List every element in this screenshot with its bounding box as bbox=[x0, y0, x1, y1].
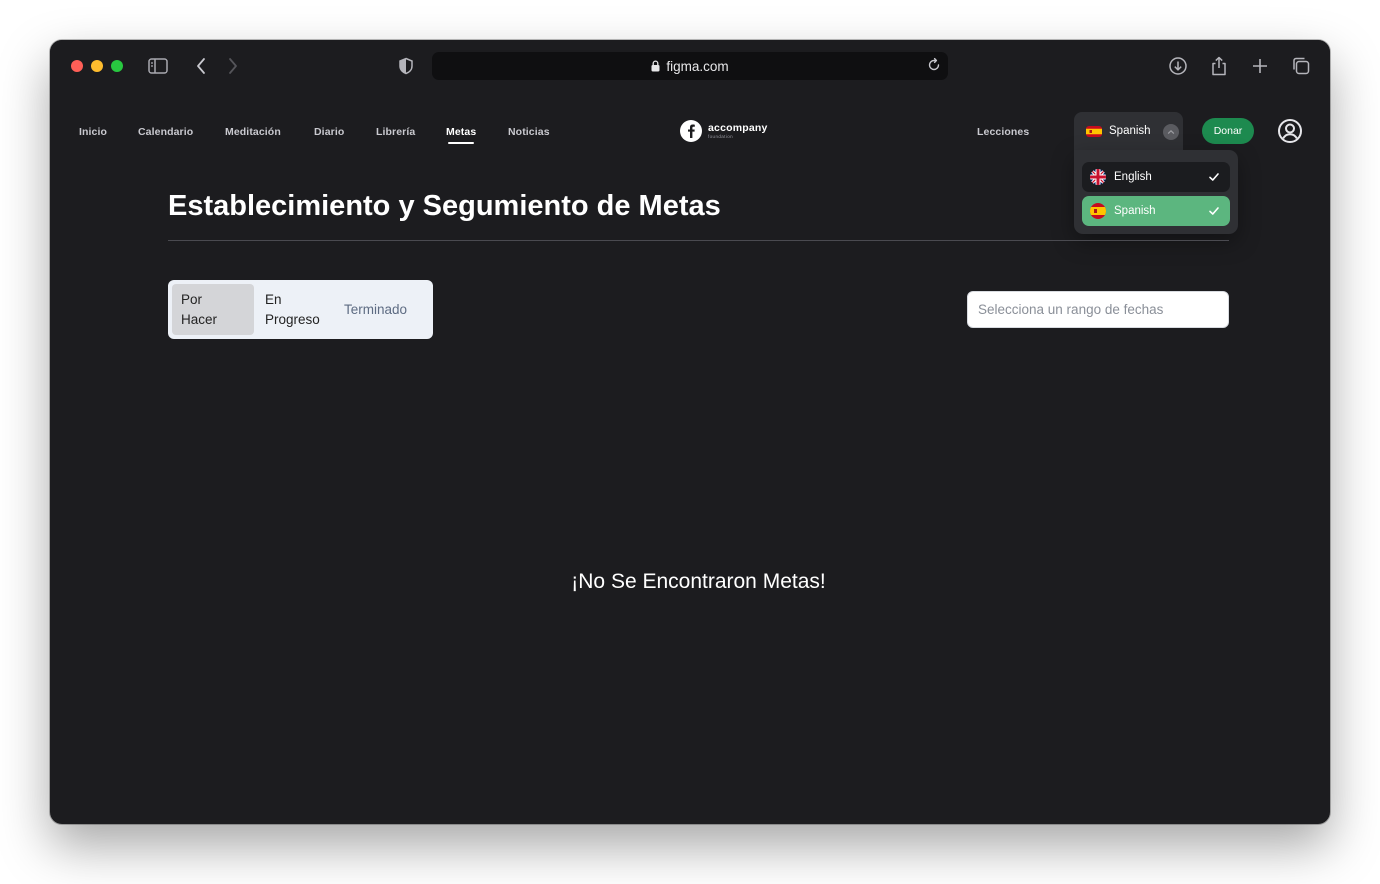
tab-label: Terminado bbox=[344, 301, 408, 317]
logo-subtitle: foundation bbox=[708, 133, 734, 139]
sidebar-icon[interactable] bbox=[146, 54, 170, 78]
date-range-input[interactable] bbox=[967, 291, 1229, 328]
language-dropdown: English Spanish bbox=[1074, 150, 1238, 234]
minimize-window-button[interactable] bbox=[91, 60, 103, 72]
language-selector[interactable]: Spanish bbox=[1074, 112, 1183, 150]
spain-flag-icon bbox=[1086, 125, 1102, 137]
address-url: figma.com bbox=[666, 58, 729, 74]
chevron-up-icon[interactable] bbox=[1163, 124, 1179, 140]
back-icon[interactable] bbox=[189, 54, 213, 78]
tabs-overview-icon[interactable] bbox=[1289, 54, 1313, 78]
check-icon bbox=[1208, 205, 1220, 220]
tab-en-progreso[interactable]: En Progreso bbox=[261, 284, 335, 335]
nav-item-meditacion[interactable]: Meditación bbox=[225, 126, 281, 138]
tab-por-hacer[interactable]: Por Hacer bbox=[172, 284, 254, 335]
language-option-english[interactable]: English bbox=[1082, 162, 1230, 192]
browser-window: figma.com Inicio Calendario Meditación D… bbox=[50, 40, 1330, 824]
user-circle-icon[interactable] bbox=[1277, 118, 1303, 144]
donate-button[interactable]: Donar bbox=[1202, 118, 1254, 144]
logo-wordmark: accompany bbox=[708, 122, 768, 134]
page-title: Establecimiento y Segumiento de Metas bbox=[168, 190, 721, 222]
tab-label-line: Hacer bbox=[181, 311, 218, 327]
accompany-logo[interactable]: accompany foundation bbox=[680, 120, 768, 142]
tab-terminado[interactable]: Terminado bbox=[344, 284, 430, 335]
spain-flag-icon bbox=[1090, 203, 1106, 219]
nav-item-lecciones[interactable]: Lecciones bbox=[977, 126, 1029, 138]
check-icon bbox=[1208, 171, 1220, 186]
nav-item-noticias[interactable]: Noticias bbox=[508, 126, 550, 138]
empty-state-message: ¡No Se Encontraron Metas! bbox=[571, 570, 826, 593]
nav-item-metas[interactable]: Metas bbox=[446, 126, 476, 144]
forward-icon[interactable] bbox=[221, 54, 245, 78]
shield-icon[interactable] bbox=[394, 54, 418, 78]
tab-label-line: Por bbox=[181, 291, 203, 307]
nav-item-calendario[interactable]: Calendario bbox=[138, 126, 193, 138]
language-option-spanish[interactable]: Spanish bbox=[1082, 196, 1230, 226]
language-current: Spanish bbox=[1109, 125, 1151, 137]
zoom-window-button[interactable] bbox=[111, 60, 123, 72]
nav-item-diario[interactable]: Diario bbox=[314, 126, 344, 138]
title-divider bbox=[168, 240, 1229, 241]
language-option-label: English bbox=[1114, 171, 1152, 183]
download-icon[interactable] bbox=[1166, 54, 1190, 78]
reload-icon[interactable] bbox=[926, 57, 942, 76]
tab-label-line: Progreso bbox=[265, 311, 320, 327]
nav-item-libreria[interactable]: Librería bbox=[376, 126, 415, 138]
tab-label-line: En bbox=[265, 291, 282, 307]
browser-toolbar: figma.com bbox=[50, 40, 1330, 92]
language-option-label: Spanish bbox=[1114, 205, 1156, 217]
address-bar[interactable]: figma.com bbox=[432, 52, 948, 80]
lock-icon bbox=[651, 60, 660, 72]
status-tabs: Por Hacer En Progreso Terminado bbox=[168, 280, 433, 339]
close-window-button[interactable] bbox=[71, 60, 83, 72]
logo-mark-icon bbox=[680, 120, 702, 142]
new-tab-icon[interactable] bbox=[1248, 54, 1272, 78]
nav-item-inicio[interactable]: Inicio bbox=[79, 126, 107, 138]
share-icon[interactable] bbox=[1207, 54, 1231, 78]
uk-flag-icon bbox=[1090, 169, 1106, 185]
